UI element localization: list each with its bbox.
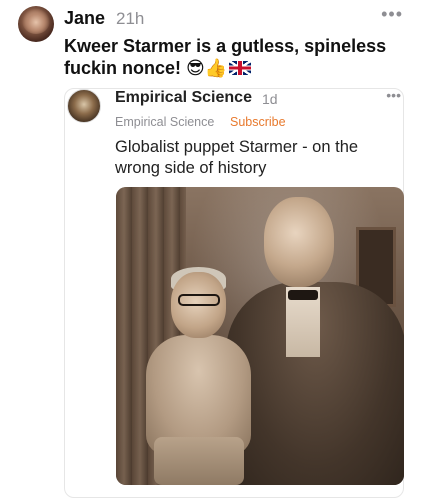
image-puppet-glasses — [178, 294, 220, 306]
post-text: Kweer Starmer is a gutless, spineless fu… — [64, 35, 404, 80]
embed-time: 1d — [262, 91, 278, 107]
embed-publication[interactable]: Empirical Science — [115, 115, 214, 129]
image-man-head — [264, 197, 334, 287]
embed-image[interactable] — [116, 187, 404, 485]
image-bowtie — [288, 290, 318, 300]
post-time: 21h — [116, 9, 145, 28]
sunglasses-emoji-icon: 😎 — [186, 58, 205, 79]
thumbs-up-emoji-icon: 👍 — [204, 58, 228, 79]
embed-title[interactable]: Empirical Science — [115, 89, 252, 107]
author-avatar[interactable] — [18, 6, 54, 42]
embed-text: Globalist puppet Starmer - on the wrong … — [115, 138, 359, 177]
embed-avatar[interactable] — [67, 89, 101, 123]
image-puppet-legs — [154, 437, 244, 485]
subscribe-button[interactable]: Subscribe — [230, 115, 286, 129]
author-name[interactable]: Jane — [64, 8, 105, 29]
uk-flag-icon — [229, 61, 252, 75]
embed-more-icon[interactable]: ••• — [386, 87, 401, 103]
more-options-icon[interactable]: ••• — [381, 4, 403, 25]
embedded-post-card[interactable]: Empirical Science 1d ••• Empirical Scien… — [64, 87, 404, 498]
